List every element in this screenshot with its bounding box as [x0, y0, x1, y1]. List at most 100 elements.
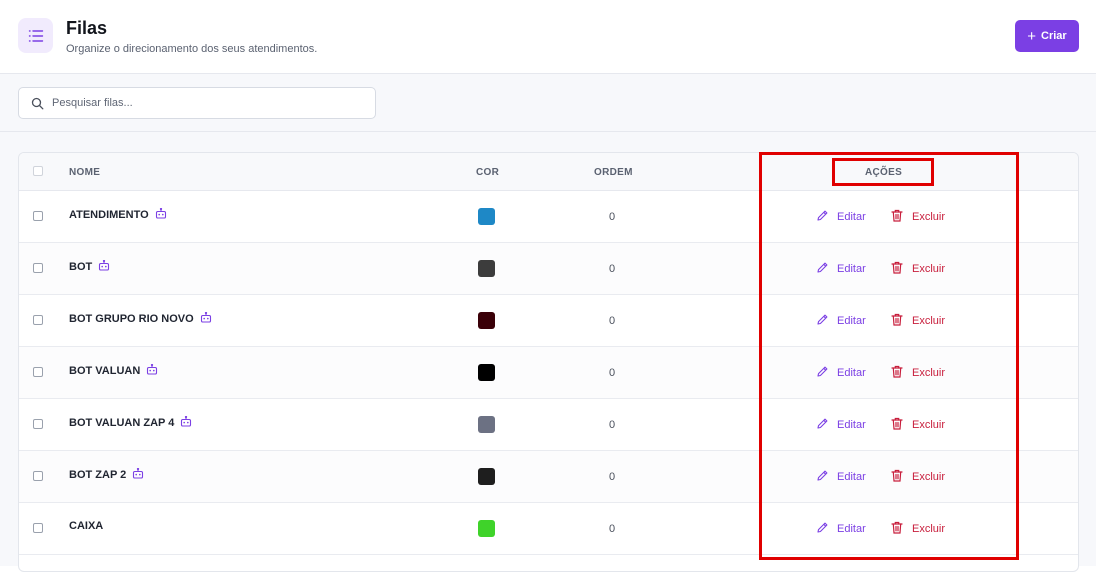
queue-color-swatch [478, 468, 495, 485]
delete-label: Excluir [912, 367, 946, 379]
table-row: BOT 0 Editar Excluir [19, 243, 1078, 295]
delete-label: Excluir [912, 211, 946, 223]
create-button-label: Criar [1041, 30, 1067, 42]
table-row: ATENDIMENTO 0 Editar Excluir [19, 191, 1078, 243]
trash-icon [891, 365, 903, 381]
pencil-icon [816, 209, 829, 225]
delete-button[interactable]: Excluir [891, 521, 945, 537]
row-checkbox[interactable] [33, 419, 43, 429]
edit-label: Editar [837, 523, 866, 535]
queues-table: NOME COR ORDEM AÇÕES ATENDIMENTO 0 Editar E… [18, 152, 1079, 572]
bot-icon [200, 311, 212, 326]
row-checkbox[interactable] [33, 367, 43, 377]
queue-order: 0 [609, 263, 616, 275]
queue-name-text: ATENDIMENTO [69, 209, 149, 221]
queue-name-text: BOT VALUAN ZAP 4 [69, 417, 175, 429]
trash-icon [891, 261, 903, 277]
main-content: NOME COR ORDEM AÇÕES ATENDIMENTO 0 Editar E… [0, 132, 1096, 572]
pencil-icon [816, 469, 829, 485]
trash-icon [891, 417, 903, 433]
queue-name-text: BOT [69, 261, 93, 273]
pencil-icon [816, 261, 829, 277]
edit-button[interactable]: Editar [816, 365, 866, 381]
queue-name: BOT [69, 259, 110, 274]
list-icon [18, 18, 53, 53]
queue-color-swatch [478, 208, 495, 225]
queue-order: 0 [609, 419, 616, 431]
select-all-checkbox[interactable] [33, 166, 43, 176]
queue-name: BOT VALUAN ZAP 4 [69, 415, 192, 430]
row-checkbox[interactable] [33, 523, 43, 533]
trash-icon [891, 521, 903, 537]
delete-label: Excluir [912, 471, 946, 483]
edit-button[interactable]: Editar [816, 261, 866, 277]
page-subtitle: Organize o direcionamento dos seus atend… [66, 43, 318, 55]
edit-button[interactable]: Editar [816, 313, 866, 329]
create-button[interactable]: + Criar [1015, 20, 1079, 52]
table-row: BOT GRUPO RIO NOVO 0 Editar Excluir [19, 295, 1078, 347]
row-checkbox[interactable] [33, 263, 43, 273]
edit-label: Editar [837, 471, 866, 483]
bot-icon [132, 467, 144, 482]
pencil-icon [816, 521, 829, 537]
queue-color-swatch [478, 364, 495, 381]
column-header-order[interactable]: ORDEM [594, 167, 633, 178]
queue-name: CAIXA [69, 520, 103, 532]
trash-icon [891, 313, 903, 329]
bot-icon [155, 207, 167, 222]
edit-label: Editar [837, 315, 866, 327]
delete-label: Excluir [912, 263, 946, 275]
queue-name-text: CAIXA [69, 520, 104, 532]
queue-order: 0 [609, 523, 616, 535]
trash-icon [891, 469, 903, 485]
delete-button[interactable]: Excluir [891, 469, 945, 485]
edit-label: Editar [837, 211, 866, 223]
queue-color-swatch [478, 260, 495, 277]
table-row: BOT VALUAN ZAP 4 0 Editar Excluir [19, 399, 1078, 451]
delete-button[interactable]: Excluir [891, 365, 945, 381]
queue-name: BOT ZAP 2 [69, 467, 144, 482]
plus-icon: + [1027, 27, 1037, 45]
table-header: NOME COR ORDEM AÇÕES [19, 153, 1078, 191]
queue-order: 0 [609, 211, 616, 223]
edit-button[interactable]: Editar [816, 521, 866, 537]
queue-color-swatch [478, 520, 495, 537]
delete-button[interactable]: Excluir [891, 209, 945, 225]
delete-button[interactable]: Excluir [891, 261, 945, 277]
bot-icon [146, 363, 158, 378]
bot-icon [98, 259, 110, 274]
row-checkbox[interactable] [33, 211, 43, 221]
column-header-actions: AÇÕES [865, 167, 903, 178]
delete-button[interactable]: Excluir [891, 313, 945, 329]
queue-name-text: BOT GRUPO RIO NOVO [69, 313, 194, 325]
row-checkbox[interactable] [33, 471, 43, 481]
queue-order: 0 [609, 367, 616, 379]
table-row: BOT ZAP 2 0 Editar Excluir [19, 451, 1078, 503]
pencil-icon [816, 365, 829, 381]
row-checkbox[interactable] [33, 315, 43, 325]
edit-button[interactable]: Editar [816, 469, 866, 485]
queue-name-text: BOT VALUAN [69, 365, 141, 377]
pencil-icon [816, 417, 829, 433]
search-box[interactable] [18, 87, 376, 119]
search-icon [31, 97, 44, 109]
pencil-icon [816, 313, 829, 329]
queue-order: 0 [609, 471, 616, 483]
search-input[interactable] [52, 97, 352, 109]
edit-button[interactable]: Editar [816, 209, 866, 225]
search-bar-area [0, 74, 1096, 132]
table-row: BOT VALUAN 0 Editar Excluir [19, 347, 1078, 399]
trash-icon [891, 209, 903, 225]
edit-label: Editar [837, 367, 866, 379]
delete-label: Excluir [912, 419, 946, 431]
edit-button[interactable]: Editar [816, 417, 866, 433]
table-row: CAIXA 0 Editar Excluir [19, 503, 1078, 555]
page-title: Filas [66, 18, 108, 38]
queue-name: BOT GRUPO RIO NOVO [69, 311, 212, 326]
queue-color-swatch [478, 416, 495, 433]
delete-button[interactable]: Excluir [891, 417, 945, 433]
bot-icon [180, 415, 192, 430]
column-header-color[interactable]: COR [476, 167, 499, 178]
delete-label: Excluir [912, 315, 946, 327]
column-header-name[interactable]: NOME [69, 167, 100, 178]
